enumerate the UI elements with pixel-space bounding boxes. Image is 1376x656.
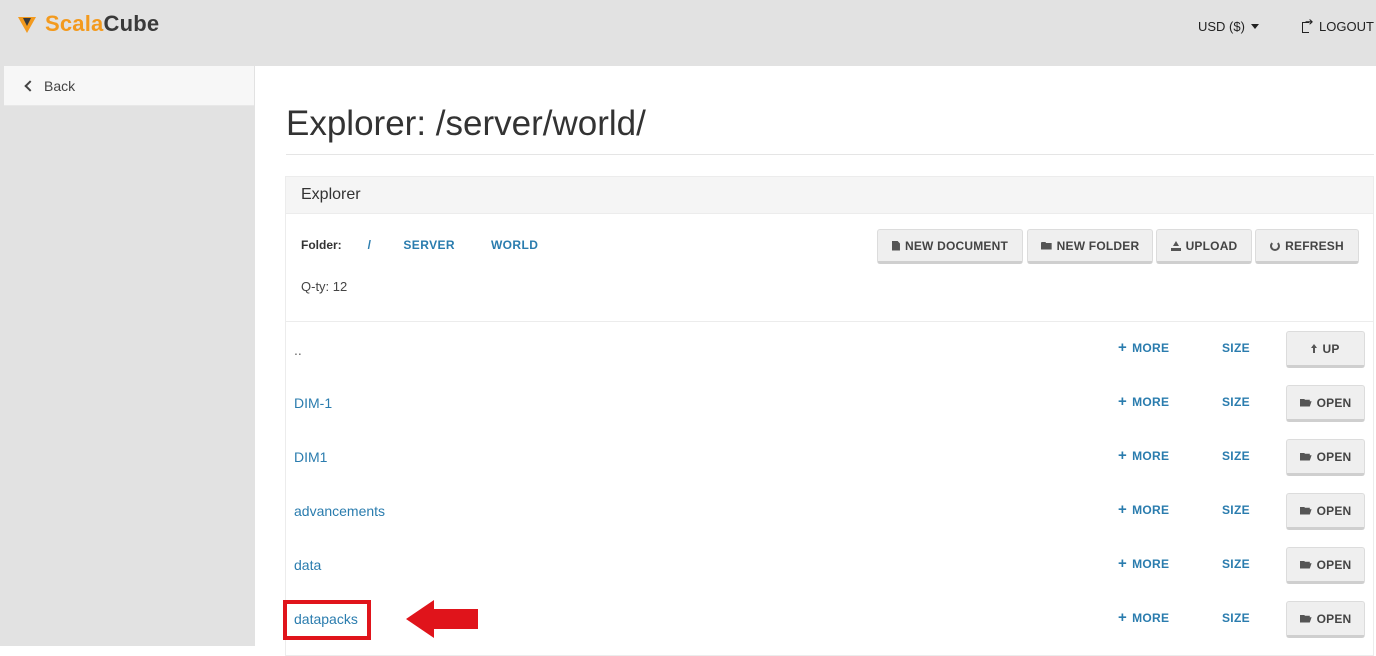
logout-label: LOGOUT [1319,19,1374,34]
open-button[interactable]: OPEN [1286,439,1365,476]
new-document-button[interactable]: NEW DOCUMENT [877,229,1023,264]
folder-open-icon [1299,452,1312,461]
title-divider [286,154,1374,155]
folder-open-icon [1299,506,1312,515]
currency-label: USD ($) [1198,19,1245,34]
item-count: Q-ty: 12 [301,279,348,294]
size-link[interactable]: SIZE [1222,395,1250,409]
more-link[interactable]: + MORE [1118,501,1169,518]
refresh-button[interactable]: REFRESH [1255,229,1359,264]
size-link[interactable]: SIZE [1222,557,1250,571]
caret-down-icon [1250,24,1259,29]
folder-icon [1040,241,1052,250]
new-folder-label: NEW FOLDER [1056,238,1140,253]
explorer-panel: Explorer Folder: / SERVER WORLD Q-ty: 12… [285,176,1374,656]
file-icon [891,240,900,251]
size-link[interactable]: SIZE [1222,341,1250,355]
plus-icon: + [1118,393,1128,410]
more-link[interactable]: + MORE [1118,609,1169,626]
file-name[interactable]: DIM1 [294,449,327,465]
more-link[interactable]: + MORE [1118,555,1169,572]
logo-text-part1: Scala [45,11,104,36]
logout-button[interactable]: LOGOUT [1302,17,1374,34]
plus-icon: + [1118,501,1128,518]
plus-icon: + [1118,339,1128,356]
size-link[interactable]: SIZE [1222,503,1250,517]
file-name[interactable]: .. [294,342,302,358]
size-link[interactable]: SIZE [1222,611,1250,625]
sidebar: Back [0,66,255,646]
file-name[interactable]: DIM-1 [294,395,332,411]
highlight-box [283,600,371,640]
currency-dropdown[interactable]: USD ($) [1198,19,1259,34]
breadcrumb: Folder: / SERVER WORLD [301,238,538,252]
chevron-left-icon [24,79,36,92]
back-button[interactable]: Back [4,66,254,106]
logo-icon [18,17,36,33]
page-title: Explorer: /server/world/ [286,104,646,143]
folder-open-icon [1299,398,1312,407]
breadcrumb-root[interactable]: / [368,238,372,252]
open-button[interactable]: OPEN [1286,547,1365,584]
list-item: advancements + MORE SIZE OPEN [286,484,1373,538]
open-button[interactable]: OPEN [1286,385,1365,422]
file-name[interactable]: data [294,557,321,573]
list-item: data + MORE SIZE OPEN [286,538,1373,592]
panel-heading: Explorer [286,177,1373,214]
folder-open-icon [1299,614,1312,623]
refresh-label: REFRESH [1285,238,1344,253]
up-button[interactable]: UP [1286,331,1365,368]
file-name[interactable]: advancements [294,503,385,519]
upload-button[interactable]: UPLOAD [1156,229,1252,264]
more-link[interactable]: + MORE [1118,393,1169,410]
plus-icon: + [1118,447,1128,464]
upload-icon [1170,240,1181,251]
scalacube-logo[interactable]: ScalaCube [18,10,159,38]
arrow-left-icon [406,600,478,638]
upload-label: UPLOAD [1185,238,1238,253]
plus-icon: + [1118,555,1128,572]
folder-open-icon [1299,560,1312,569]
more-link[interactable]: + MORE [1118,447,1169,464]
open-button[interactable]: OPEN [1286,493,1365,530]
new-folder-button[interactable]: NEW FOLDER [1027,229,1153,264]
logo-text-part2: Cube [103,11,160,36]
plus-icon: + [1118,609,1128,626]
open-button[interactable]: OPEN [1286,601,1365,638]
list-item: .. + MORE SIZE UP [286,322,1373,376]
refresh-icon [1270,240,1281,251]
list-item: DIM-1 + MORE SIZE OPEN [286,376,1373,430]
back-label: Back [44,77,76,94]
breadcrumb-server[interactable]: SERVER [403,238,455,252]
folder-label: Folder: [301,238,342,252]
top-bar: ScalaCube USD ($) LOGOUT [0,0,1376,66]
level-up-icon [1311,344,1318,353]
size-link[interactable]: SIZE [1222,449,1250,463]
breadcrumb-world[interactable]: WORLD [491,238,538,252]
sign-out-icon [1302,17,1313,33]
new-document-label: NEW DOCUMENT [904,238,1009,253]
list-item: DIM1 + MORE SIZE OPEN [286,430,1373,484]
more-link[interactable]: + MORE [1118,339,1169,356]
